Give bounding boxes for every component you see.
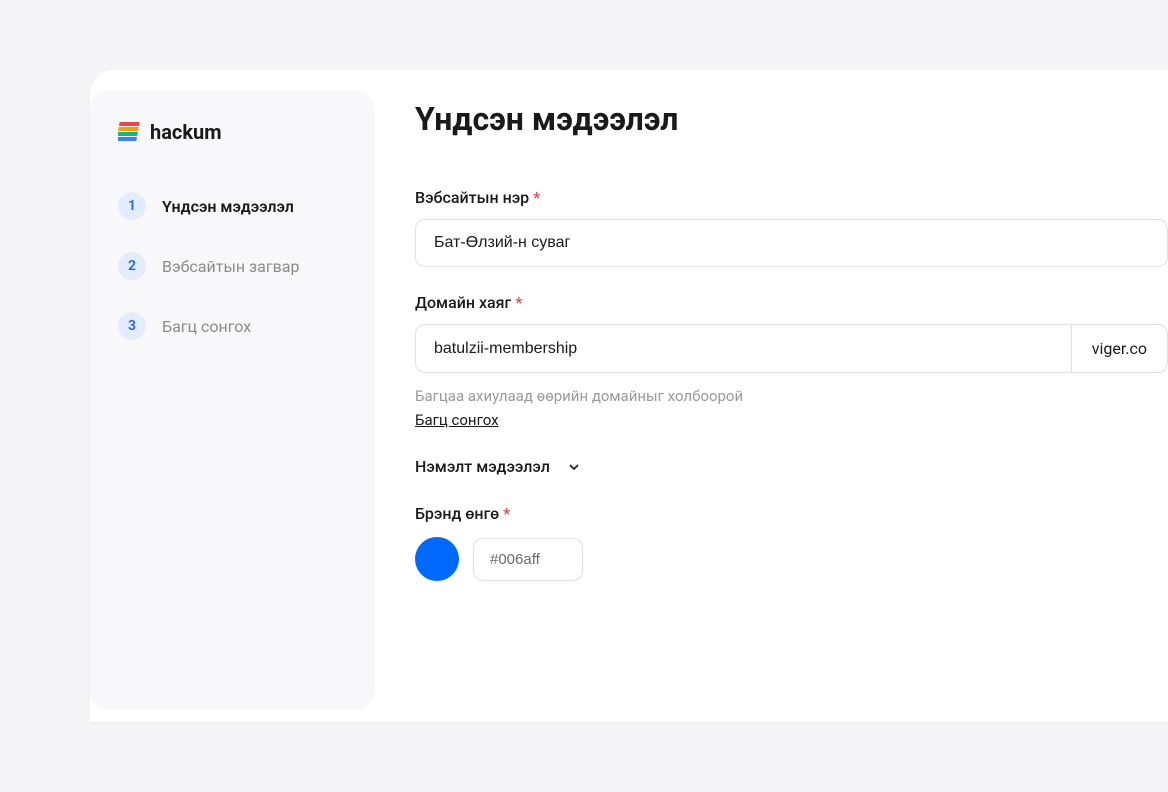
step-website-design[interactable]: 2 Вэбсайтын загвар bbox=[110, 244, 355, 288]
sidebar: hackum 1 Үндсэн мэдээлэл 2 Вэбсайтын заг… bbox=[90, 90, 375, 710]
required-indicator: * bbox=[515, 293, 522, 312]
required-indicator: * bbox=[503, 504, 510, 523]
color-swatch[interactable] bbox=[415, 537, 459, 581]
logo-icon bbox=[118, 120, 142, 144]
logo: hackum bbox=[110, 120, 355, 144]
steps-nav: 1 Үндсэн мэдээлэл 2 Вэбсайтын загвар 3 Б… bbox=[110, 184, 355, 348]
brand-color-group: Брэнд өнгө * bbox=[415, 504, 1168, 581]
domain-helper-text: Багцаа ахиулаад өөрийн домайныг холбооро… bbox=[415, 387, 1168, 405]
additional-info-toggle[interactable]: Нэмэлт мэдээлэл bbox=[415, 457, 1168, 476]
step-select-package[interactable]: 3 Багц сонгох bbox=[110, 304, 355, 348]
domain-group: Домайн хаяг * viger.co Багцаа ахиулаад ө… bbox=[415, 293, 1168, 429]
step-label: Вэбсайтын загвар bbox=[162, 257, 299, 276]
website-name-input[interactable] bbox=[415, 219, 1168, 267]
step-number: 1 bbox=[118, 192, 146, 220]
required-indicator: * bbox=[533, 188, 540, 207]
domain-suffix: viger.co bbox=[1071, 324, 1168, 373]
additional-info-label: Нэмэлт мэдээлэл bbox=[415, 457, 550, 476]
logo-text: hackum bbox=[150, 120, 222, 144]
website-name-group: Вэбсайтын нэр * bbox=[415, 188, 1168, 267]
domain-input[interactable] bbox=[415, 324, 1071, 373]
domain-label: Домайн хаяг * bbox=[415, 293, 1168, 312]
step-label: Багц сонгох bbox=[162, 317, 251, 336]
step-number: 2 bbox=[118, 252, 146, 280]
main-content: Үндсэн мэдээлэл Вэбсайтын нэр * Домайн х… bbox=[415, 70, 1168, 722]
page-title: Үндсэн мэдээлэл bbox=[415, 100, 1168, 138]
step-number: 3 bbox=[118, 312, 146, 340]
color-hex-input[interactable] bbox=[473, 538, 583, 581]
step-label: Үндсэн мэдээлэл bbox=[162, 197, 294, 216]
brand-color-label: Брэнд өнгө * bbox=[415, 504, 1168, 523]
website-name-label: Вэбсайтын нэр * bbox=[415, 188, 1168, 207]
package-select-link[interactable]: Багц сонгох bbox=[415, 411, 499, 429]
step-basic-info[interactable]: 1 Үндсэн мэдээлэл bbox=[110, 184, 355, 228]
chevron-down-icon bbox=[566, 459, 582, 475]
